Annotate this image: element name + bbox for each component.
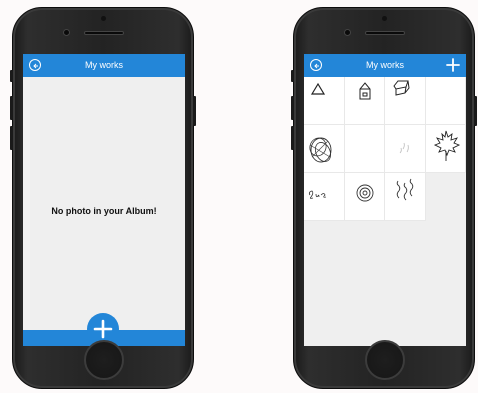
screen: My works No photo in your Album! (23, 54, 185, 346)
spiral-drawing-icon (356, 184, 373, 202)
handwriting-drawing-icon (308, 190, 327, 199)
artwork-thumbnail-triangle[interactable] (304, 77, 345, 125)
artwork-thumbnail-cube[interactable] (385, 77, 426, 125)
volume-up-button (291, 96, 294, 120)
scribble-circle-drawing-icon (309, 137, 332, 163)
plus-icon (93, 319, 113, 339)
page-title: My works (366, 60, 404, 70)
volume-down-button (10, 126, 13, 150)
artwork-thumbnail-waves[interactable] (385, 173, 426, 221)
faint-marks-drawing-icon (399, 142, 409, 154)
screen: My works (304, 54, 466, 346)
artwork-thumbnail-faint[interactable] (385, 125, 426, 173)
sensor (382, 16, 387, 21)
waves-drawing-icon (396, 178, 414, 201)
power-button (193, 96, 196, 126)
artwork-thumbnail-scribble[interactable] (304, 125, 345, 173)
volume-up-button (10, 96, 13, 120)
artwork-thumbnail-spiral[interactable] (344, 173, 385, 221)
triangle-drawing-icon (310, 82, 326, 95)
empty-album-message: No photo in your Album! (51, 206, 157, 216)
earpiece-speaker (84, 31, 124, 35)
artwork-thumbnail-blank[interactable] (344, 125, 385, 173)
cube-drawing-icon (393, 80, 410, 96)
phone-left: My works No photo in your Album! (10, 7, 196, 389)
app-bar: My works (23, 54, 185, 77)
artwork-thumbnail-handwriting[interactable] (304, 173, 345, 221)
front-camera (344, 29, 351, 36)
artwork-thumbnail-blank[interactable] (425, 77, 466, 125)
mute-switch (291, 70, 294, 82)
page-title: My works (85, 60, 123, 70)
mute-switch (10, 70, 13, 82)
maple-leaf-drawing-icon (433, 130, 460, 161)
app-bar: My works (304, 54, 466, 77)
phone-right: My works (291, 7, 477, 389)
front-camera (63, 29, 70, 36)
home-button[interactable] (84, 340, 124, 380)
power-button (474, 96, 477, 126)
home-button[interactable] (365, 340, 405, 380)
add-work-button[interactable] (445, 57, 461, 73)
artwork-thumbnail-house[interactable] (344, 77, 385, 125)
artwork-thumbnail-maple-leaf[interactable] (425, 125, 466, 173)
sensor (101, 16, 106, 21)
volume-down-button (291, 126, 294, 150)
house-drawing-icon (359, 82, 370, 100)
artwork-grid (304, 77, 466, 221)
plus-icon (446, 58, 460, 72)
earpiece-speaker (365, 31, 405, 35)
